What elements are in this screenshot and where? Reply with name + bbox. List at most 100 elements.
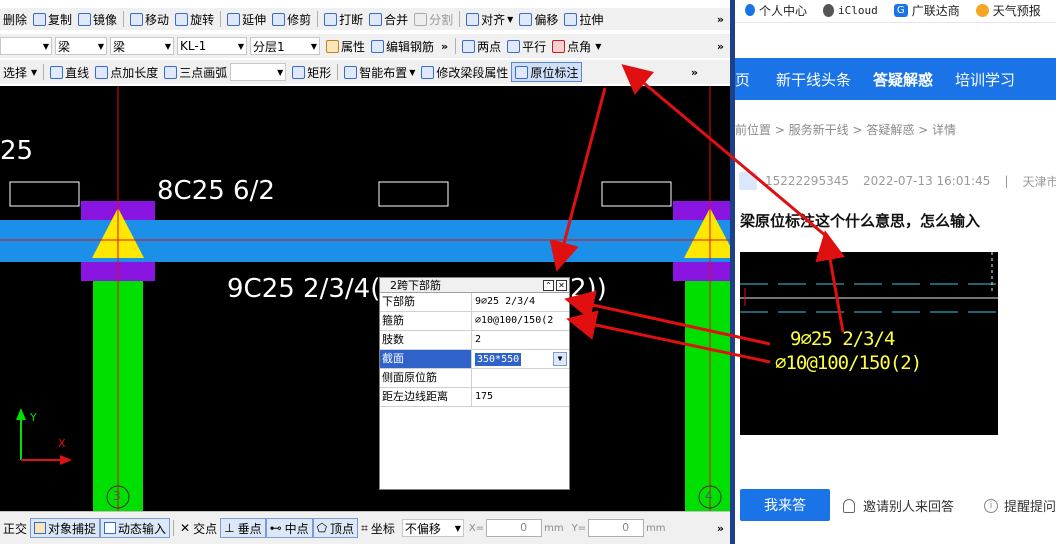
parallel-icon bbox=[507, 39, 521, 53]
draw-toolbar: 选择 ▼ 直线 点加长度 三点画弧 ▼ 矩形 智能布置 ▼ 修改梁段属性 原位标注 … bbox=[0, 60, 730, 84]
drawing-canvas[interactable]: 25 8C25 6/2 9C25 2/3/4( 2)) 3 4 Y X 2跨下部… bbox=[0, 86, 730, 511]
nav-home[interactable]: 页 bbox=[735, 69, 750, 90]
panel-row[interactable]: 肢数 2 bbox=[380, 331, 569, 350]
split-icon bbox=[414, 12, 428, 26]
rotate-icon bbox=[175, 12, 189, 26]
point-length-icon bbox=[95, 65, 109, 79]
midpoint-snap[interactable]: ⊷ 中点 bbox=[265, 518, 313, 538]
x-coordinate-input[interactable]: 0 bbox=[486, 519, 543, 537]
smart-layout-button[interactable]: 智能布置 ▼ bbox=[341, 62, 418, 82]
two-point-button[interactable]: 两点 bbox=[459, 36, 504, 56]
intersection-snap[interactable]: ✕ 交点 bbox=[177, 518, 220, 538]
statusbar-overflow-icon[interactable]: » bbox=[717, 522, 724, 535]
split-button[interactable]: 分割 bbox=[411, 9, 456, 29]
bookmark-personal[interactable]: 个人中心 bbox=[745, 2, 807, 19]
mirror-icon bbox=[78, 12, 92, 26]
question-datetime: 2022-07-13 16:01:45 bbox=[862, 174, 991, 188]
align-button[interactable]: 对齐 ▼ bbox=[463, 9, 516, 29]
break-button[interactable]: 打断 bbox=[321, 9, 366, 29]
coordinate-snap[interactable]: ⌗ 坐标 bbox=[358, 518, 398, 538]
toolbar3-overflow-icon[interactable]: » bbox=[691, 66, 698, 79]
status-bar: 正交 对象捕捉 动态输入 ✕ 交点 ⊥ 垂点 ⊷ 中点 ⬠ 顶点 ⌗ 坐标 不偏移 ▼ X=… bbox=[0, 511, 730, 544]
bookmark-icloud[interactable]: iCloud bbox=[823, 3, 878, 17]
merge-icon bbox=[369, 12, 383, 26]
point-length-button[interactable]: 点加长度 bbox=[92, 62, 161, 82]
question-user[interactable]: 15222295345 bbox=[765, 174, 849, 188]
toolbar-overflow-icon[interactable]: » bbox=[717, 13, 724, 26]
rectangle-button[interactable]: 矩形 bbox=[289, 62, 334, 82]
top-left-label: 25 bbox=[0, 136, 34, 166]
object-snap-toggle[interactable]: 对象捕捉 bbox=[30, 518, 101, 538]
properties-button[interactable]: 属性 bbox=[323, 36, 368, 56]
section-dropdown-icon[interactable]: ▼ bbox=[553, 352, 567, 366]
image-rebar-line1: 9⌀25 2/3/4 bbox=[790, 328, 895, 350]
panel-row[interactable]: 侧面原位筋 bbox=[380, 369, 569, 388]
panel-row-selected[interactable]: 截面 350*550 ▼ bbox=[380, 350, 569, 369]
toolbar2-overflow-icon[interactable]: » bbox=[717, 40, 724, 53]
extend-button[interactable]: 延伸 bbox=[224, 9, 269, 29]
bookmark-weather[interactable]: 天气预报 bbox=[975, 2, 1041, 19]
ucs-y-label: Y bbox=[30, 411, 37, 424]
question-location: 天津市 bbox=[1022, 174, 1056, 189]
offset-button[interactable]: 偏移 bbox=[516, 9, 561, 29]
y-unit: mm bbox=[646, 522, 666, 534]
nav-headlines[interactable]: 新干线头条 bbox=[776, 69, 851, 90]
three-point-arc-button[interactable]: 三点画弧 bbox=[161, 62, 230, 82]
subcategory-select[interactable]: 梁 ▼ bbox=[110, 37, 174, 55]
panel-row[interactable]: 箍筋 ⌀10@100/150(2 bbox=[380, 312, 569, 331]
component-select[interactable]: KL-1 ▼ bbox=[177, 37, 247, 55]
y-coordinate-input[interactable]: 0 bbox=[588, 519, 645, 537]
top-rebar-label: 8C25 6/2 bbox=[157, 176, 275, 206]
line-button[interactable]: 直线 bbox=[47, 62, 92, 82]
align-icon bbox=[466, 12, 480, 26]
copy-button[interactable]: 复制 bbox=[30, 9, 75, 29]
section-value[interactable]: 350*550 bbox=[475, 352, 522, 366]
offset-select[interactable]: 不偏移 ▼ bbox=[401, 519, 464, 537]
extend-icon bbox=[227, 12, 241, 26]
edit-beam-span-button[interactable]: 修改梁段属性 bbox=[418, 62, 511, 82]
weather-icon bbox=[975, 3, 989, 17]
bookmark-glodon[interactable]: G 广联达商 bbox=[893, 2, 960, 19]
remind-button[interactable]: i 提醒提问 bbox=[984, 496, 1056, 515]
panel-row[interactable]: 距左边线距离 175 bbox=[380, 388, 569, 407]
breadcrumb: 前位置 > 服务新干线 > 答疑解惑 > 详情 bbox=[735, 123, 957, 137]
edit-rebar-button[interactable]: 编辑钢筋 bbox=[368, 36, 437, 56]
panel-row[interactable]: 下部筋 9⌀25 2/3/4 bbox=[380, 293, 569, 312]
rotate-button[interactable]: 旋转 bbox=[172, 9, 217, 29]
select-button[interactable]: 选择 ▼ bbox=[0, 62, 40, 82]
move-button[interactable]: 移动 bbox=[127, 9, 172, 29]
arc-option-select[interactable]: ▼ bbox=[230, 63, 287, 81]
copy-icon bbox=[33, 12, 47, 26]
question-title: 梁原位标注这个什么意思，怎么输入 bbox=[740, 212, 981, 230]
parallel-button[interactable]: 平行 bbox=[504, 36, 549, 56]
perpendicular-snap[interactable]: ⊥ 垂点 bbox=[220, 518, 266, 538]
rectangle-icon bbox=[292, 65, 306, 79]
invite-button[interactable]: 邀请别人来回答 bbox=[843, 496, 954, 515]
collapse-icon[interactable]: ⌃ bbox=[543, 279, 554, 291]
axis-number-right: 4 bbox=[705, 489, 713, 503]
mirror-button[interactable]: 镜像 bbox=[75, 9, 120, 29]
trim-button[interactable]: 修剪 bbox=[269, 9, 314, 29]
question-image[interactable]: 9⌀25 2/3/4 ⌀10@100/150(2) bbox=[740, 252, 998, 435]
merge-button[interactable]: 合并 bbox=[366, 9, 411, 29]
close-icon[interactable]: ✕ bbox=[556, 279, 567, 291]
answer-button[interactable]: 我来答 bbox=[740, 489, 830, 521]
layer-select[interactable]: 分层1 ▼ bbox=[250, 37, 320, 55]
image-rebar-line2: ⌀10@100/150(2) bbox=[775, 352, 922, 374]
element-type-select[interactable]: ▼ bbox=[0, 37, 52, 55]
in-situ-annotation-button[interactable]: 原位标注 bbox=[511, 62, 583, 82]
stretch-button[interactable]: 拉伸 bbox=[561, 9, 606, 29]
delete-button[interactable]: 删除 bbox=[0, 9, 30, 29]
glodon-logo-icon: G bbox=[893, 3, 908, 17]
stretch-icon bbox=[564, 12, 578, 26]
nav-training[interactable]: 培训学习 bbox=[955, 69, 1015, 90]
nav-qa[interactable]: 答疑解惑 bbox=[873, 69, 933, 90]
edit-rebar-icon bbox=[371, 39, 385, 53]
category-select[interactable]: 梁 ▼ bbox=[55, 37, 107, 55]
property-toolbar: ▼ 梁 ▼ 梁 ▼ KL-1 ▼ 分层1 ▼ 属性 编辑钢筋 » 两点 平行 点角 ▼ » bbox=[0, 34, 730, 58]
ortho-toggle[interactable]: 正交 bbox=[0, 518, 30, 538]
vertex-snap[interactable]: ⬠ 顶点 bbox=[312, 518, 359, 538]
label-box-2 bbox=[378, 181, 449, 207]
point-angle-button[interactable]: 点角 ▼ bbox=[549, 36, 604, 56]
dynamic-input-toggle[interactable]: 动态输入 bbox=[100, 518, 171, 538]
